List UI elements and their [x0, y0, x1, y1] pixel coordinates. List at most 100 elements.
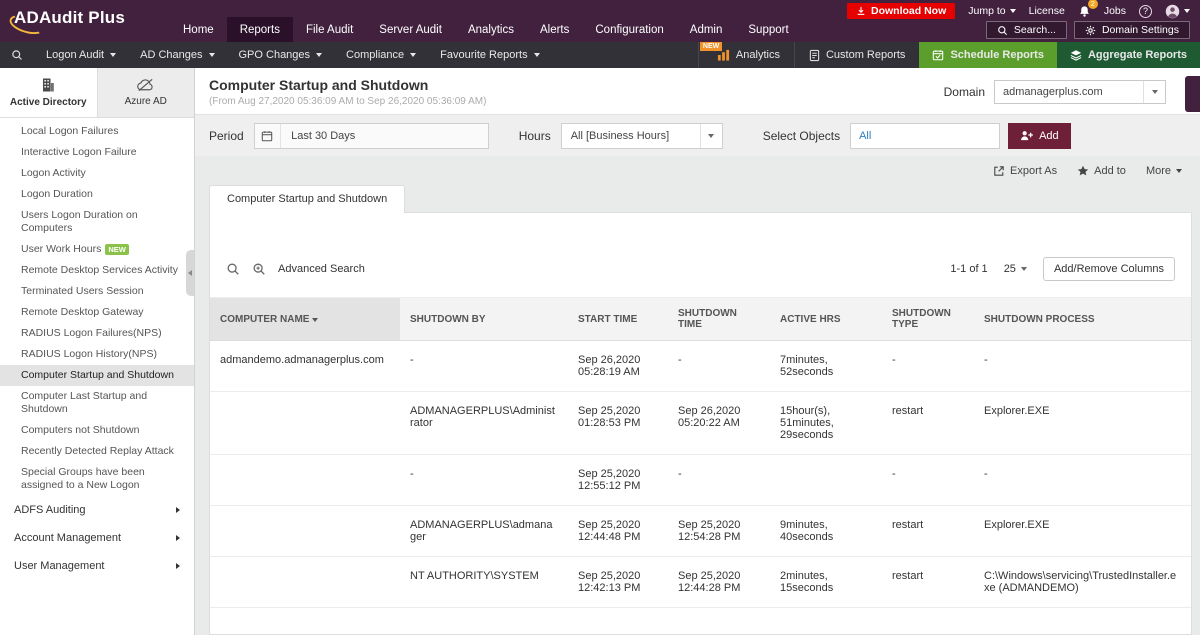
report-list: Local Logon Failures Interactive Logon F… — [0, 118, 194, 635]
sidebar-item-local-logon-failures[interactable]: Local Logon Failures — [0, 121, 194, 142]
side-panel-handle[interactable] — [1185, 76, 1200, 112]
tab-active-directory[interactable]: Active Directory — [0, 68, 97, 117]
sidebar-item-terminated-users-session[interactable]: Terminated Users Session — [0, 281, 194, 302]
table-cell: Sep 26,2020 05:20:22 AM — [668, 391, 770, 455]
sidebar-item-computer-startup-shutdown[interactable]: Computer Startup and Shutdown — [0, 365, 194, 386]
reports-search-button[interactable] — [0, 42, 34, 68]
nav-item-analytics[interactable]: Analytics — [455, 17, 527, 42]
sidebar-item-interactive-logon-failure[interactable]: Interactive Logon Failure — [0, 142, 194, 163]
calendar-button[interactable] — [255, 123, 282, 148]
hours-select[interactable]: All [Business Hours] — [560, 122, 723, 149]
table-row: ADMANAGERPLUS\admanager Sep 25,2020 12:4… — [210, 505, 1191, 557]
advanced-search-label[interactable]: Advanced Search — [278, 263, 365, 275]
analytics-button[interactable]: NEW Analytics — [697, 42, 794, 68]
nav-item-file-audit[interactable]: File Audit — [293, 17, 366, 42]
menu-ad-changes[interactable]: AD Changes — [128, 42, 226, 68]
period-input[interactable] — [281, 129, 488, 142]
table-row: ADMANAGERPLUS\Administrator Sep 25,2020 … — [210, 391, 1191, 455]
sidebar-item-logon-duration[interactable]: Logon Duration — [0, 184, 194, 205]
add-to-button[interactable]: Add to — [1077, 165, 1126, 177]
sidebar-item-remote-desktop-services[interactable]: Remote Desktop Services Activity — [0, 260, 194, 281]
domain-selector-group: Domain admanagerplus.com — [944, 80, 1166, 104]
column-header-active-hrs[interactable]: ACTIVE HRS — [770, 297, 882, 341]
add-remove-columns-button[interactable]: Add/Remove Columns — [1042, 257, 1175, 281]
aggregate-reports-button[interactable]: Aggregate Reports — [1056, 42, 1200, 68]
advanced-search-button[interactable] — [252, 262, 266, 276]
chevron-down-icon — [316, 53, 323, 57]
column-header-start-time[interactable]: START TIME — [568, 297, 668, 341]
schedule-reports-button[interactable]: Schedule Reports — [919, 42, 1057, 68]
domain-select[interactable]: admanagerplus.com — [994, 80, 1166, 104]
table-row: admandemo.admanagerplus.com - Sep 26,202… — [210, 340, 1191, 392]
sidebar-item-user-work-hours[interactable]: User Work Hours NEW — [0, 239, 194, 260]
sidebar-item-radius-logon-failures[interactable]: RADIUS Logon Failures(NPS) — [0, 323, 194, 344]
table-cell: C:\Windows\servicing\TrustedInstaller.ex… — [974, 556, 1191, 608]
column-header-shutdown-process[interactable]: SHUTDOWN PROCESS — [974, 297, 1191, 341]
jump-to-menu[interactable]: Jump to — [968, 5, 1016, 17]
sidebar-item-computers-not-shutdown[interactable]: Computers not Shutdown — [0, 420, 194, 441]
column-search-button[interactable] — [226, 262, 240, 276]
download-now-button[interactable]: Download Now — [847, 3, 956, 19]
nav-item-alerts[interactable]: Alerts — [527, 17, 582, 42]
table-cell: Explorer.EXE — [974, 391, 1191, 455]
table-cell: admandemo.admanagerplus.com — [210, 340, 400, 392]
period-label: Period — [209, 128, 244, 143]
nav-item-reports[interactable]: Reports — [226, 17, 293, 42]
select-objects-input[interactable] — [850, 122, 1001, 149]
table-cell: Sep 25,2020 01:28:53 PM — [568, 391, 668, 455]
user-account-menu[interactable] — [1165, 4, 1190, 19]
chevron-right-icon — [176, 507, 180, 513]
nav-item-server-audit[interactable]: Server Audit — [366, 17, 455, 42]
help-button[interactable]: ? — [1139, 4, 1152, 18]
domain-settings-button[interactable]: Domain Settings — [1073, 21, 1190, 39]
menu-favourite-reports[interactable]: Favourite Reports — [428, 42, 551, 68]
column-header-shutdown-by[interactable]: SHUTDOWN BY — [400, 297, 568, 341]
menu-compliance[interactable]: Compliance — [334, 42, 428, 68]
jobs-link[interactable]: Jobs — [1104, 5, 1126, 17]
table-cell: - — [974, 340, 1191, 392]
custom-reports-button[interactable]: Custom Reports — [793, 42, 919, 68]
license-link[interactable]: License — [1029, 5, 1065, 17]
table-cell — [770, 454, 882, 506]
table-cell: ADMANAGERPLUS\admanager — [400, 505, 568, 557]
more-menu[interactable]: More — [1146, 165, 1182, 177]
page-size-select[interactable]: 25 — [1004, 263, 1027, 275]
chevron-down-icon — [1184, 9, 1190, 13]
sidebar-item-radius-logon-history[interactable]: RADIUS Logon History(NPS) — [0, 344, 194, 365]
column-header-shutdown-type[interactable]: SHUTDOWN TYPE — [882, 297, 974, 341]
download-icon — [857, 6, 865, 15]
sidebar-collapse-handle[interactable] — [186, 250, 194, 296]
report-table: COMPUTER NAME SHUTDOWN BY START TIME SHU… — [210, 297, 1191, 608]
nav-item-configuration[interactable]: Configuration — [582, 17, 676, 42]
sidebar-item-remote-desktop-gateway[interactable]: Remote Desktop Gateway — [0, 302, 194, 323]
sidebar-item-logon-activity[interactable]: Logon Activity — [0, 163, 194, 184]
chevron-down-icon — [410, 53, 417, 57]
nav-item-home[interactable]: Home — [170, 17, 227, 42]
tab-computer-startup-shutdown[interactable]: Computer Startup and Shutdown — [209, 185, 406, 213]
period-picker — [253, 122, 489, 149]
topbar-utility-row: Download Now Jump to License 2 Jobs ? — [847, 0, 1190, 19]
tab-azure-ad[interactable]: Azure AD — [96, 68, 194, 117]
add-button[interactable]: Add — [1008, 122, 1071, 149]
chevron-down-icon — [110, 53, 117, 57]
nav-item-admin[interactable]: Admin — [677, 17, 736, 42]
nav-item-support[interactable]: Support — [735, 17, 801, 42]
sidebar-group-adfs-auditing[interactable]: ADFS Auditing — [0, 496, 194, 524]
column-header-shutdown-time[interactable]: SHUTDOWN TIME — [668, 297, 770, 341]
sidebar-item-replay-attack[interactable]: Recently Detected Replay Attack — [0, 441, 194, 462]
column-header-computer-name[interactable]: COMPUTER NAME — [210, 297, 400, 341]
export-as-button[interactable]: Export As — [993, 165, 1057, 177]
menu-gpo-changes[interactable]: GPO Changes — [227, 42, 335, 68]
sidebar-item-special-groups[interactable]: Special Groups have been assigned to a N… — [0, 462, 194, 496]
sidebar-group-account-management[interactable]: Account Management — [0, 524, 194, 552]
app-logo[interactable]: ADAudit Plus — [7, 8, 125, 38]
table-cell: 2minutes, 15seconds — [770, 556, 882, 608]
sidebar-item-users-logon-duration[interactable]: Users Logon Duration on Computers — [0, 205, 194, 239]
table-cell: - — [668, 340, 770, 392]
sidebar-group-user-management[interactable]: User Management — [0, 552, 194, 580]
sidebar-item-computer-last-startup-shutdown[interactable]: Computer Last Startup and Shutdown — [0, 386, 194, 420]
menu-logon-audit[interactable]: Logon Audit — [34, 42, 128, 68]
global-search-button[interactable]: Search... — [985, 21, 1067, 39]
notifications-bell-button[interactable]: 2 — [1078, 0, 1098, 18]
table-cell — [210, 391, 400, 455]
